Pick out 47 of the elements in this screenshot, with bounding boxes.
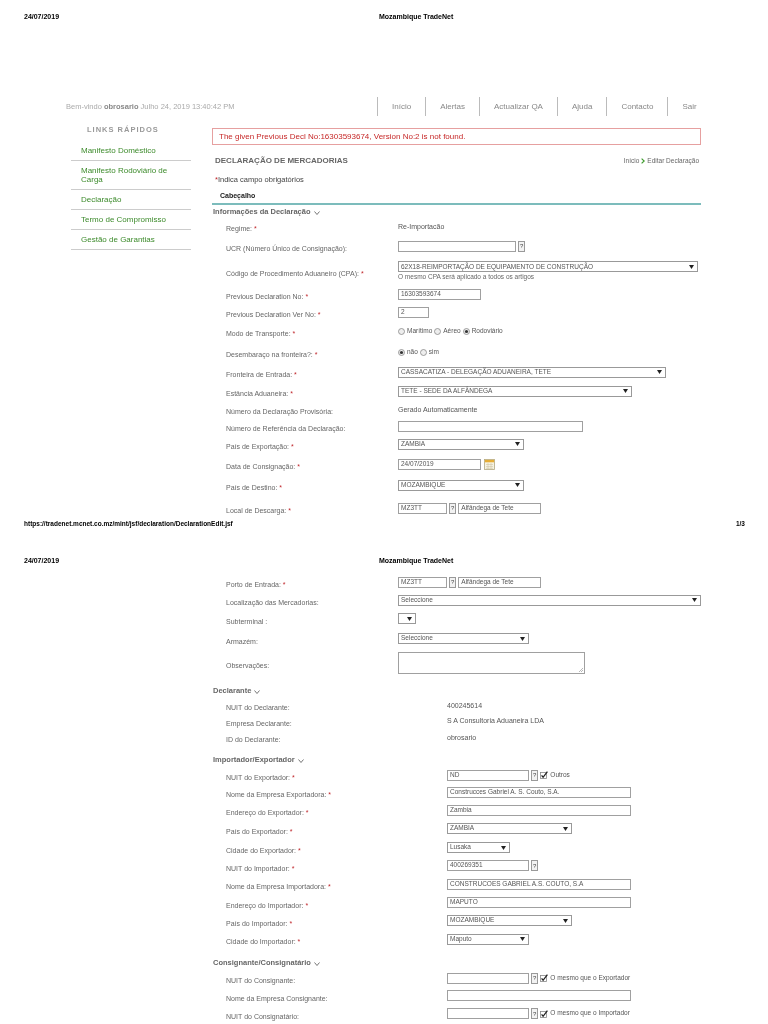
- text-field[interactable]: [447, 972, 529, 984]
- caret-icon: [520, 636, 525, 641]
- sidebar-link[interactable]: Declaração: [71, 190, 191, 210]
- radio-button[interactable]: [398, 348, 405, 356]
- caret-icon: [563, 826, 568, 831]
- caret-icon: [515, 442, 520, 446]
- text-area[interactable]: [398, 651, 585, 674]
- caret-icon: [407, 616, 412, 621]
- page-title: DECLARAÇÃO DE MERCADORIAS: [215, 157, 348, 165]
- caret-icon: [623, 389, 628, 393]
- chevron-right-icon: [641, 158, 646, 164]
- radio-button[interactable]: [398, 327, 405, 335]
- caret-icon: [657, 370, 662, 374]
- nav-link[interactable]: Alertas: [425, 97, 480, 116]
- nav-link[interactable]: Ajuda: [556, 97, 607, 116]
- error-message: The given Previous Decl No:16303593674, Version No:2 is not found.: [212, 128, 701, 145]
- caret-icon: [563, 918, 568, 923]
- dropdown[interactable]: [398, 613, 416, 624]
- text-field[interactable]: [398, 420, 583, 432]
- sidebar-link[interactable]: Manifesto Rodoviário de Carga: [71, 161, 191, 190]
- caret-icon: [689, 264, 694, 269]
- nav-link[interactable]: Actualizar QA: [479, 97, 557, 116]
- chevron-down-icon[interactable]: [297, 759, 304, 763]
- resize-grip-icon: [579, 667, 583, 672]
- nav-link[interactable]: Contacto: [606, 97, 668, 116]
- calendar-icon[interactable]: [484, 458, 495, 470]
- text-field[interactable]: [447, 1008, 529, 1019]
- checkbox[interactable]: [540, 974, 549, 982]
- chevron-down-icon[interactable]: [313, 211, 320, 215]
- nav-link[interactable]: Sair: [667, 97, 711, 116]
- radio-button[interactable]: [434, 327, 442, 335]
- sidebar-link[interactable]: Manifesto Doméstico: [71, 141, 191, 161]
- nav-link[interactable]: Início: [377, 97, 426, 116]
- sidebar-link[interactable]: Termo de Compromisso: [71, 210, 191, 230]
- caret-icon: [515, 483, 520, 487]
- text-field[interactable]: [447, 990, 631, 1001]
- chevron-down-icon[interactable]: [254, 690, 261, 694]
- checkbox[interactable]: [540, 1009, 549, 1018]
- caret-icon: [520, 937, 525, 941]
- radio-button[interactable]: [419, 348, 427, 356]
- chevron-down-icon[interactable]: [313, 962, 320, 966]
- radio-button[interactable]: [462, 327, 470, 335]
- sidebar-link[interactable]: Gestão de Garantias: [71, 230, 191, 250]
- caret-icon: [501, 845, 506, 850]
- caret-icon: [692, 598, 697, 602]
- text-field[interactable]: [398, 240, 516, 252]
- checkbox[interactable]: [540, 771, 549, 779]
